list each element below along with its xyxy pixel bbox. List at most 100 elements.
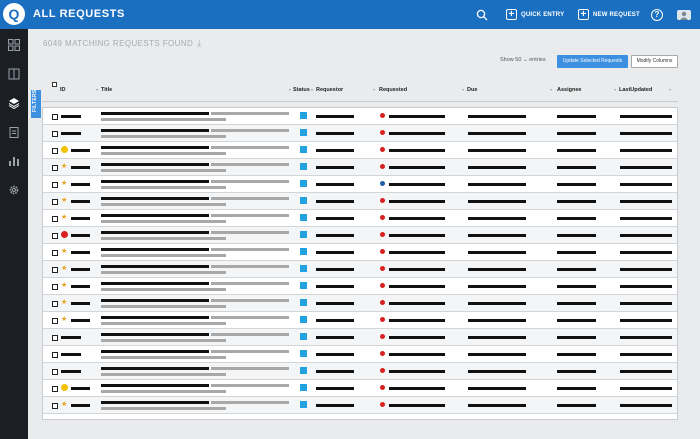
- due-value: [468, 285, 526, 288]
- last-updated-value: [620, 132, 672, 135]
- clipboard-icon[interactable]: [0, 126, 28, 141]
- star-icon[interactable]: ★: [61, 315, 67, 324]
- sort-icon[interactable]: [311, 89, 313, 91]
- row-checkbox[interactable]: [52, 148, 58, 154]
- column-header-requested[interactable]: Requested: [379, 87, 407, 93]
- row-checkbox[interactable]: [52, 403, 58, 409]
- requested-dot: [380, 113, 385, 118]
- modify-columns-button[interactable]: Modify Columns: [631, 55, 678, 68]
- table-row[interactable]: [43, 227, 677, 244]
- column-header-due[interactable]: Due: [467, 87, 477, 93]
- row-checkbox[interactable]: [52, 267, 58, 273]
- row-checkbox[interactable]: [52, 352, 58, 358]
- row-checkbox[interactable]: [52, 165, 58, 171]
- id-value: [71, 302, 90, 305]
- page-size-select[interactable]: 50: [515, 57, 521, 63]
- column-header-title[interactable]: Title: [101, 87, 112, 93]
- user-menu[interactable]: [677, 0, 691, 29]
- table-row[interactable]: ★: [43, 295, 677, 312]
- select-all-checkbox[interactable]: [52, 82, 57, 87]
- star-icon[interactable]: ★: [61, 179, 67, 188]
- column-header-status[interactable]: Status: [293, 87, 310, 93]
- search-button[interactable]: [476, 0, 488, 29]
- layers-icon[interactable]: [0, 97, 28, 112]
- row-checkbox[interactable]: [52, 284, 58, 290]
- row-checkbox[interactable]: [52, 250, 58, 256]
- table-row[interactable]: [43, 380, 677, 397]
- search-icon: [476, 9, 488, 20]
- status-indicator: [300, 163, 307, 170]
- table-row[interactable]: ★: [43, 210, 677, 227]
- filters-tab[interactable]: FILTERS: [31, 89, 41, 118]
- app-logo[interactable]: Q: [3, 3, 25, 25]
- table-row[interactable]: [43, 329, 677, 346]
- sort-icon[interactable]: [96, 89, 98, 91]
- update-selected-button[interactable]: Update Selected Requests: [557, 55, 628, 68]
- row-checkbox[interactable]: [52, 233, 58, 239]
- results-count: 6049 MATCHING REQUESTS FOUND ⤓: [43, 38, 202, 49]
- column-header-lastupdated[interactable]: LastUpdated: [619, 87, 652, 93]
- table-row[interactable]: ★: [43, 397, 677, 414]
- star-icon[interactable]: ★: [61, 162, 67, 171]
- book-icon[interactable]: [0, 68, 28, 83]
- status-indicator: [300, 214, 307, 221]
- status-indicator: [300, 299, 307, 306]
- requested-dot: [380, 283, 385, 288]
- bar-chart-icon[interactable]: [0, 155, 28, 170]
- table-row[interactable]: ★: [43, 159, 677, 176]
- last-updated-value: [620, 234, 672, 237]
- star-icon[interactable]: ★: [61, 247, 67, 256]
- star-icon[interactable]: ★: [61, 281, 67, 290]
- row-checkbox[interactable]: [52, 369, 58, 375]
- table-row[interactable]: ★: [43, 261, 677, 278]
- table-row[interactable]: [43, 125, 677, 142]
- table-row[interactable]: ★: [43, 278, 677, 295]
- new-request-button[interactable]: + NEW REQUEST: [578, 0, 640, 29]
- title-text: [211, 146, 289, 149]
- star-icon[interactable]: ★: [61, 400, 67, 409]
- column-header-id[interactable]: ID: [60, 87, 66, 93]
- table-row[interactable]: ★: [43, 176, 677, 193]
- star-icon[interactable]: ★: [61, 213, 67, 222]
- sort-icon[interactable]: [669, 89, 671, 91]
- row-checkbox[interactable]: [52, 301, 58, 307]
- download-icon[interactable]: ⤓: [197, 38, 201, 48]
- star-icon[interactable]: ★: [61, 196, 67, 205]
- row-checkbox[interactable]: [52, 199, 58, 205]
- help-button[interactable]: ?: [651, 0, 663, 29]
- dashboard-icon[interactable]: [0, 39, 28, 54]
- column-header-assignee[interactable]: Assignee: [557, 87, 581, 93]
- table-row[interactable]: ★: [43, 312, 677, 329]
- title-subtext: [101, 356, 226, 359]
- row-checkbox[interactable]: [52, 318, 58, 324]
- sort-icon[interactable]: [614, 89, 616, 91]
- table-row[interactable]: ★: [43, 193, 677, 210]
- title-text: [211, 197, 289, 200]
- title-text: [101, 214, 209, 217]
- sort-icon[interactable]: [289, 89, 291, 91]
- assignee-value: [557, 387, 596, 390]
- gear-icon[interactable]: [0, 184, 28, 199]
- star-icon[interactable]: ★: [61, 298, 67, 307]
- column-header-requestor[interactable]: Requestor: [316, 87, 343, 93]
- row-checkbox[interactable]: [52, 386, 58, 392]
- sort-icon[interactable]: [373, 89, 375, 91]
- row-checkbox[interactable]: [52, 131, 58, 137]
- new-request-label: NEW REQUEST: [593, 11, 640, 18]
- title-text: [211, 214, 289, 217]
- due-value: [468, 166, 526, 169]
- table-row[interactable]: ★: [43, 244, 677, 261]
- star-icon[interactable]: ★: [61, 264, 67, 273]
- row-checkbox[interactable]: [52, 216, 58, 222]
- table-row[interactable]: [43, 363, 677, 380]
- table-row[interactable]: [43, 346, 677, 363]
- row-checkbox[interactable]: [52, 114, 58, 120]
- sort-icon[interactable]: [550, 89, 552, 91]
- table-row[interactable]: [43, 142, 677, 159]
- row-checkbox[interactable]: [52, 182, 58, 188]
- id-value: [61, 115, 81, 118]
- row-checkbox[interactable]: [52, 335, 58, 341]
- quick-entry-button[interactable]: + QUICK ENTRY: [506, 0, 564, 29]
- table-row[interactable]: [43, 108, 677, 125]
- sort-icon[interactable]: [462, 89, 464, 91]
